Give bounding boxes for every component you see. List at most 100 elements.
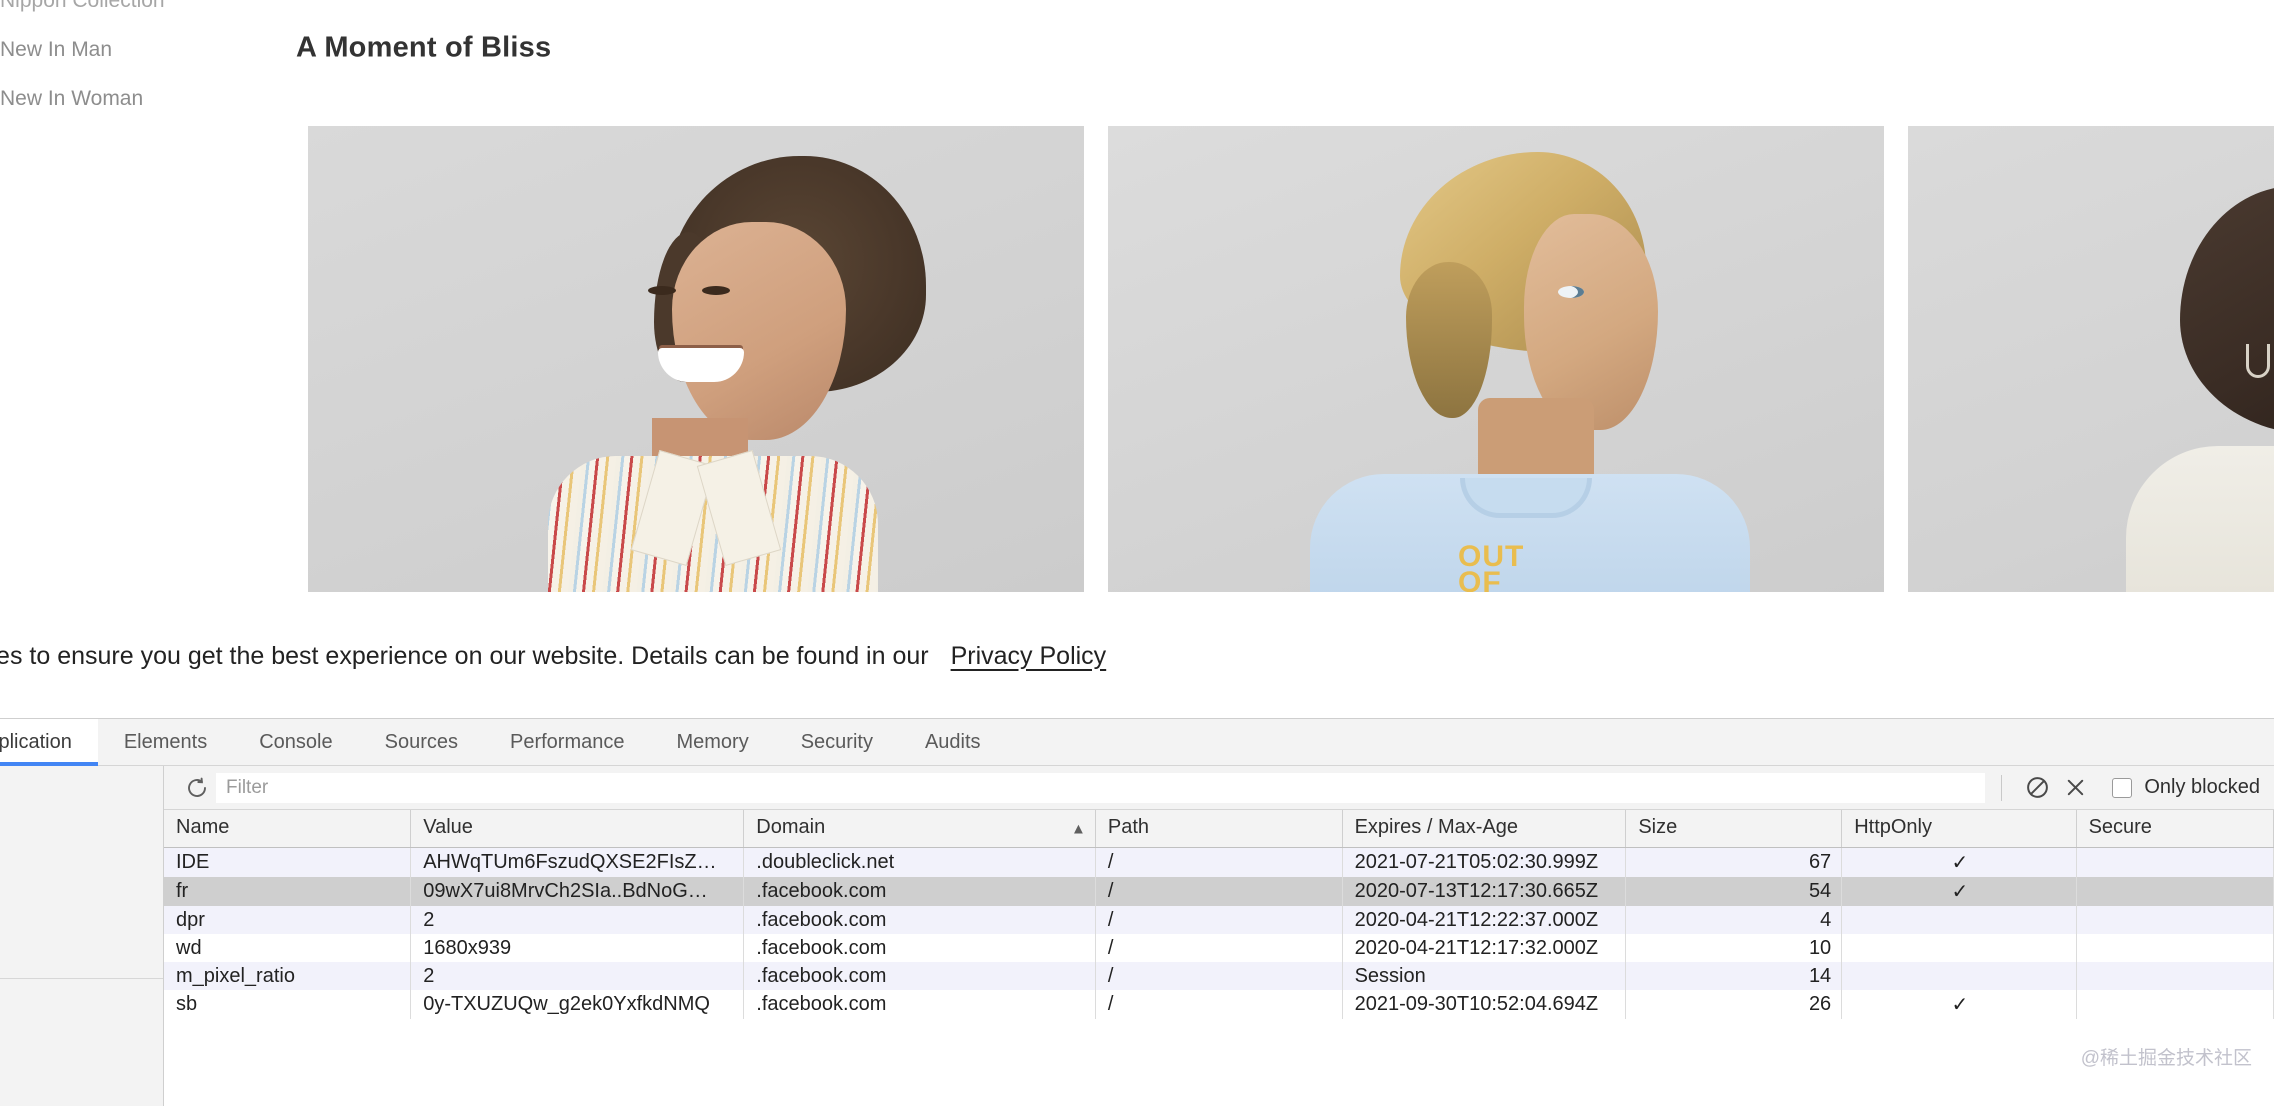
cell-size: 67 xyxy=(1625,847,1843,877)
cell-size: 26 xyxy=(1625,990,1843,1019)
cell-name: wd xyxy=(164,934,412,962)
page-title: A Moment of Bliss xyxy=(296,31,552,64)
cell-value: 09wX7ui8MrvCh2SIa..BdNoG… xyxy=(410,877,745,906)
table-row[interactable]: dpr 2 .facebook.com / 2020-04-21T12:22:3… xyxy=(164,906,2274,934)
table-row[interactable]: fr 09wX7ui8MrvCh2SIa..BdNoG… .facebook.c… xyxy=(164,877,2274,906)
tab-memory[interactable]: Memory xyxy=(650,719,774,765)
cell-value: 2 xyxy=(410,962,745,990)
gallery-item-3[interactable] xyxy=(1908,126,2274,592)
column-header-secure[interactable]: Secure xyxy=(2076,810,2274,848)
cell-path: / xyxy=(1095,877,1343,906)
privacy-policy-link[interactable]: Privacy Policy xyxy=(951,642,1107,671)
cell-name: dpr xyxy=(164,906,412,934)
cookie-consent-banner: kies to ensure you get the best experien… xyxy=(0,625,2274,687)
application-sidebar[interactable] xyxy=(0,766,164,1106)
column-header-value[interactable]: Value xyxy=(410,810,745,848)
photo-smiling-man xyxy=(308,126,1084,592)
tab-audits[interactable]: Audits xyxy=(899,719,1007,765)
nav-item-new-in-woman[interactable]: New In Woman xyxy=(0,88,290,109)
cell-secure xyxy=(2076,847,2274,877)
tab-console[interactable]: Console xyxy=(233,719,358,765)
devtools-panel: Application Elements Console Sources Per… xyxy=(0,718,2274,1106)
column-label: Size xyxy=(1638,816,1678,838)
cell-httponly: ✓ xyxy=(1841,847,2077,877)
column-label: Value xyxy=(423,816,473,838)
table-body: IDE AHWqTUm6FszudQXSE2FIsZ… .doubleclick… xyxy=(164,847,2274,1019)
photo-blond-man-profile: OUT OF xyxy=(1108,126,1884,592)
cell-name: sb xyxy=(164,990,412,1019)
cell-size: 10 xyxy=(1625,934,1843,962)
close-icon[interactable] xyxy=(2056,773,2094,803)
cell-value: 0y-TXUZUQw_g2ek0YxfkdNMQ xyxy=(410,990,745,1019)
devtools-body: Only blocked Name Value xyxy=(0,766,2274,1106)
column-label: Path xyxy=(1107,816,1150,838)
cell-domain: .doubleclick.net xyxy=(743,847,1096,877)
earring-shape xyxy=(2246,344,2270,378)
nav-item-label: Nippon Collection xyxy=(0,0,165,12)
column-label: HttpOnly xyxy=(1854,816,1932,838)
tab-label: Security xyxy=(800,730,873,753)
cell-expires: Session xyxy=(1342,962,1627,990)
gallery-item-1[interactable] xyxy=(308,126,1084,592)
cell-domain: .facebook.com xyxy=(743,934,1096,962)
cell-domain: .facebook.com xyxy=(743,962,1096,990)
refresh-icon[interactable] xyxy=(178,773,216,803)
column-header-domain[interactable]: Domain ▲ xyxy=(743,810,1096,848)
gallery-item-2[interactable]: OUT OF xyxy=(1108,126,1884,592)
column-label: Expires / Max-Age xyxy=(1354,816,1518,838)
cell-secure xyxy=(2076,934,2274,962)
tshirt-print-text: OUT OF xyxy=(1458,540,1525,592)
column-header-name[interactable]: Name xyxy=(164,810,412,848)
cookies-toolbar: Only blocked xyxy=(164,766,2274,810)
tab-label: Application xyxy=(0,730,72,753)
column-label: Name xyxy=(176,816,230,838)
column-header-expires[interactable]: Expires / Max-Age xyxy=(1342,810,1627,848)
cell-domain: .facebook.com xyxy=(743,877,1096,906)
nav-item-label: New In Woman xyxy=(0,87,144,110)
checkbox-box[interactable] xyxy=(2112,777,2133,798)
sidebar-divider xyxy=(0,978,163,979)
column-label: Secure xyxy=(2088,816,2152,838)
only-blocked-label: Only blocked xyxy=(2144,776,2260,798)
cookies-table-container[interactable]: Name Value Domain ▲ Path Expires / Max-A… xyxy=(164,810,2274,1106)
tab-performance[interactable]: Performance xyxy=(484,719,651,765)
table-row[interactable]: sb 0y-TXUZUQw_g2ek0YxfkdNMQ .facebook.co… xyxy=(164,990,2274,1019)
column-header-path[interactable]: Path xyxy=(1095,810,1343,848)
hair-shape xyxy=(2180,186,2274,434)
cell-size: 4 xyxy=(1625,906,1843,934)
cell-path: / xyxy=(1095,847,1343,877)
cell-expires: 2020-04-21T12:22:37.000Z xyxy=(1342,906,1627,934)
column-header-size[interactable]: Size xyxy=(1625,810,1843,848)
cell-domain: .facebook.com xyxy=(743,990,1096,1019)
filter-input[interactable] xyxy=(216,772,1986,803)
tab-application[interactable]: Application xyxy=(0,719,98,766)
cell-size: 54 xyxy=(1625,877,1843,906)
website-viewport: Nippon Collection New In Man New In Woma… xyxy=(0,0,2274,718)
tab-sources[interactable]: Sources xyxy=(359,719,484,765)
table-row[interactable]: m_pixel_ratio 2 .facebook.com / Session … xyxy=(164,962,2274,990)
tab-label: Console xyxy=(259,730,333,753)
cell-path: / xyxy=(1095,990,1343,1019)
cell-httponly xyxy=(1841,962,2077,990)
only-blocked-checkbox[interactable]: Only blocked xyxy=(2112,776,2260,799)
devtools-tab-bar: Application Elements Console Sources Per… xyxy=(0,719,2274,766)
eye-right-shape xyxy=(702,286,730,295)
column-header-httponly[interactable]: HttpOnly xyxy=(1841,810,2077,848)
tab-label: Audits xyxy=(924,730,981,753)
cell-path: / xyxy=(1095,906,1343,934)
nav-item-new-in-man[interactable]: New In Man xyxy=(0,39,290,60)
cookies-table: Name Value Domain ▲ Path Expires / Max-A… xyxy=(164,810,2274,1019)
tab-label: Elements xyxy=(123,730,208,753)
cell-httponly: ✓ xyxy=(1841,990,2077,1019)
table-row[interactable]: IDE AHWqTUm6FszudQXSE2FIsZ… .doubleclick… xyxy=(164,847,2274,877)
cell-domain: .facebook.com xyxy=(743,906,1096,934)
nav-item-nippon-collection[interactable]: Nippon Collection xyxy=(0,0,290,11)
cell-expires: 2020-04-21T12:17:32.000Z xyxy=(1342,934,1627,962)
cell-httponly xyxy=(1841,934,2077,962)
sweater-shape xyxy=(2126,446,2274,592)
tab-security[interactable]: Security xyxy=(775,719,899,765)
tab-elements[interactable]: Elements xyxy=(98,719,233,765)
block-icon[interactable] xyxy=(2018,773,2056,803)
collar-shape xyxy=(1460,478,1592,518)
table-row[interactable]: wd 1680x939 .facebook.com / 2020-04-21T1… xyxy=(164,934,2274,962)
